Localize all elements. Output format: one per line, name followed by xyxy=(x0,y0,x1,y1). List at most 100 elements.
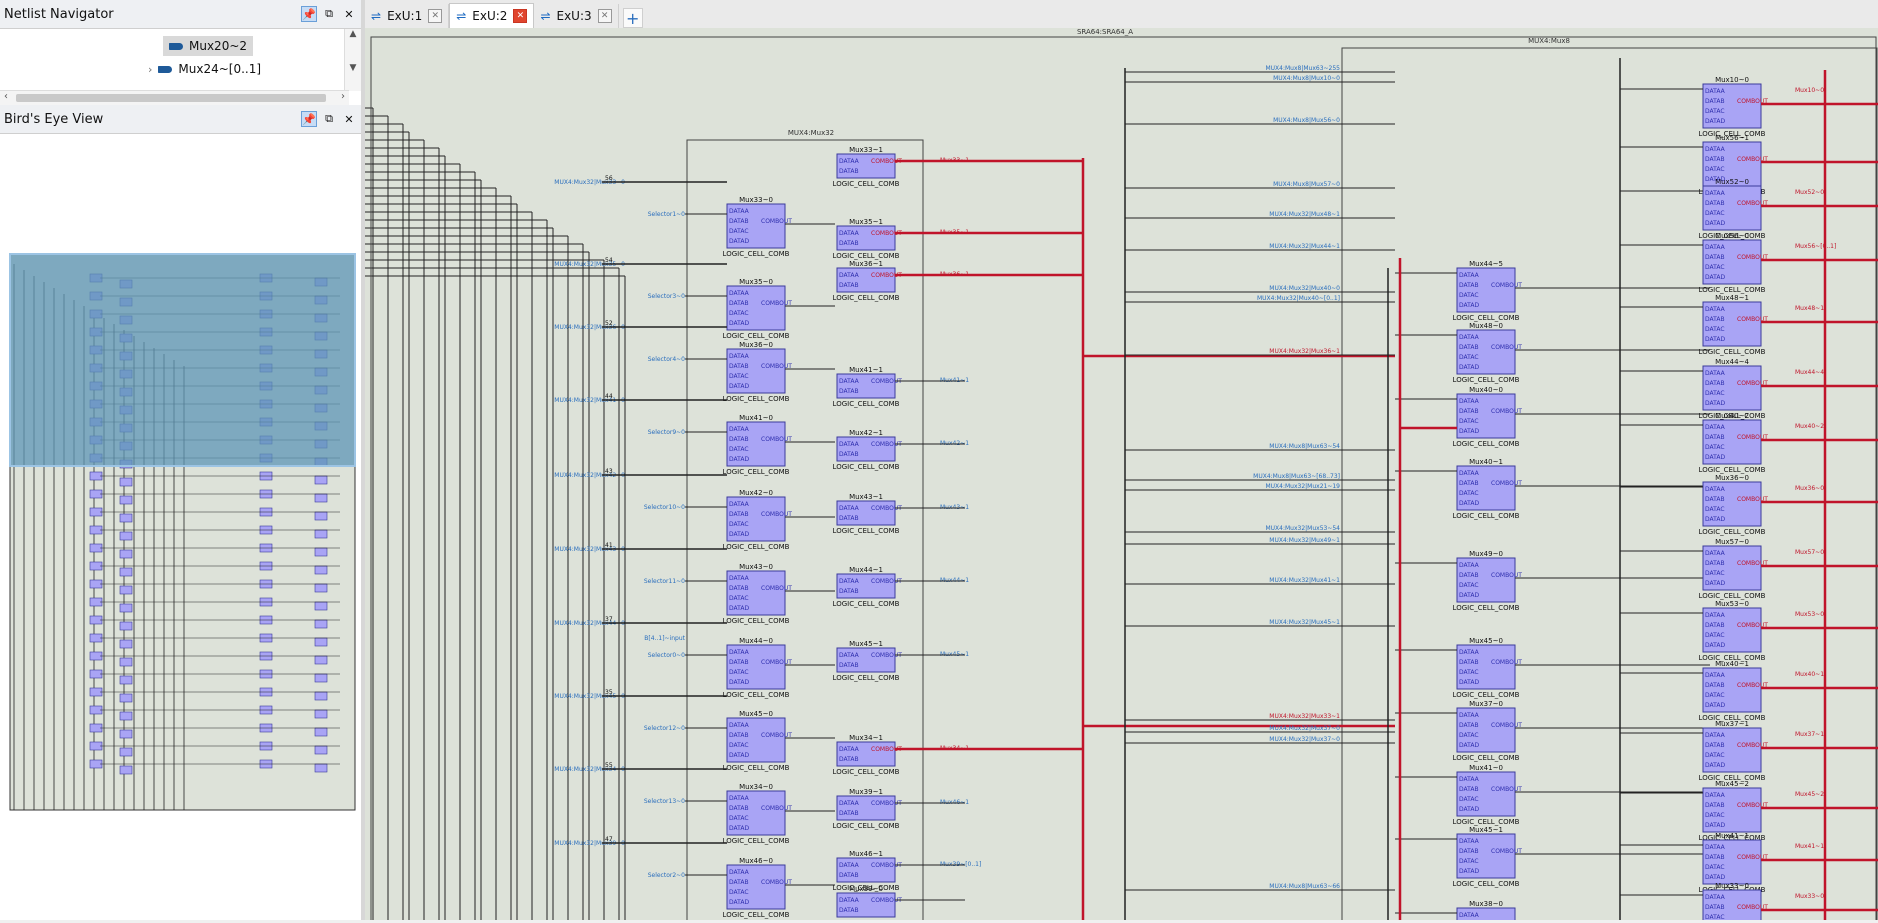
cell-name: Mux33~1 xyxy=(849,146,883,154)
net-label: MUX4:Mux8|Mux63~54 xyxy=(1269,443,1340,450)
pin-label: DATAA xyxy=(1705,792,1726,799)
selector-label: Selector0~0 xyxy=(648,652,685,659)
output-label: Mux57~0 xyxy=(1795,549,1824,556)
net-label: MUX4:Mux32|Mux45~1 xyxy=(1269,619,1340,626)
pin-label: DATAA xyxy=(839,897,860,904)
net-label: MUX4:Mux32|Mux48~1 xyxy=(1269,211,1340,218)
chevron-right-icon[interactable]: › xyxy=(148,63,152,76)
pin-label: DATAC xyxy=(1705,390,1725,397)
pin-label: DATAB xyxy=(1459,408,1479,415)
pin-label: DATAA xyxy=(839,158,860,165)
pin-label: DATAD xyxy=(729,531,749,538)
pin-label: DATAB xyxy=(1459,848,1479,855)
birds-eye-title: Bird's Eye View xyxy=(4,111,104,127)
pin-label: DATAA xyxy=(1705,146,1726,153)
close-tab-icon[interactable]: ✕ xyxy=(513,9,528,23)
cell-name: Mux56~1 xyxy=(1715,134,1749,142)
net-label: MUX4:Mux32|Mux49~1 xyxy=(1269,537,1340,544)
pin-label: DATAD xyxy=(729,383,749,390)
cell-name: Mux56~0 xyxy=(1715,232,1749,240)
close-tab-icon[interactable]: ✕ xyxy=(428,9,443,23)
minimap-cell xyxy=(119,711,133,721)
cell-type: LOGIC_CELL_COMB xyxy=(1453,604,1520,612)
float-icon[interactable]: ⧉ xyxy=(321,6,337,22)
pin-label: DATAA xyxy=(729,795,750,802)
logic-cell: Mux36~0DATAADATABDATACDATADCOMBOUTLOGIC_… xyxy=(723,341,793,403)
pin-label: DATAB xyxy=(1459,480,1479,487)
horizontal-scrollbar[interactable]: ‹ › xyxy=(0,90,349,105)
cell-type: LOGIC_CELL_COMB xyxy=(723,250,790,258)
pin-label: DATAC xyxy=(1705,210,1725,217)
pin-label: DATAA xyxy=(839,441,860,448)
logic-cell: Mux41~0DATAADATABDATACDATADCOMBOUTLOGIC_… xyxy=(1453,764,1523,826)
pin-label: DATAB xyxy=(1459,282,1479,289)
minimap-cell xyxy=(119,729,133,739)
pin-label: DATAC xyxy=(729,521,749,528)
tab-exu3[interactable]: ⇌ ExU:3 ✕ xyxy=(534,4,619,28)
logic-cell: Mux43~1DATAADATABCOMBOUTLOGIC_CELL_COMB xyxy=(833,493,903,535)
birds-eye-minimap[interactable] xyxy=(0,134,361,920)
pin-icon[interactable]: 📌 xyxy=(301,6,317,22)
cell-name: Mux35~1 xyxy=(849,218,883,226)
tab-exu1[interactable]: ⇌ ExU:1 ✕ xyxy=(365,4,450,28)
pin-number: 41 xyxy=(605,542,613,549)
minimap-cell xyxy=(314,637,328,647)
schematic-svg[interactable]: SRA64:SRA64_AMUX4:Mux32MUX4:Mux8Mux33~0D… xyxy=(365,28,1878,920)
pin-label: DATAB xyxy=(1459,344,1479,351)
pin-label: DATAB xyxy=(839,872,859,879)
birds-eye-view[interactable] xyxy=(0,134,361,920)
selector-label: Selector9~0 xyxy=(648,429,685,436)
pin-label: DATAC xyxy=(729,815,749,822)
pin-label: DATAA xyxy=(1459,398,1480,405)
close-icon[interactable]: ✕ xyxy=(341,6,357,22)
cell-name: Mux44~1 xyxy=(849,566,883,574)
pin-label: DATAA xyxy=(839,862,860,869)
selector-label: Selector12~0 xyxy=(644,725,685,732)
scroll-thumb[interactable] xyxy=(16,94,326,102)
float-icon[interactable]: ⧉ xyxy=(321,111,337,127)
net-label: MUX4:Mux8|Mux63~66 xyxy=(1269,883,1340,890)
net-label: MUX4:Mux32|Mux21~19 xyxy=(1265,483,1340,490)
cell-type: LOGIC_CELL_COMB xyxy=(723,543,790,551)
pin-label: DATAB xyxy=(839,240,859,247)
net-label: MUX4:Mux32|Mux44~1 xyxy=(1269,243,1340,250)
schematic-canvas[interactable]: SRA64:SRA64_A MUX4:Mux32 MUX4:Mux8 Mux33~0 D… xyxy=(365,28,1878,920)
minimap-cell xyxy=(119,477,133,487)
minimap-cell xyxy=(314,763,328,773)
tree-item-mux24[interactable]: › Mux24~[0..1] xyxy=(148,59,261,79)
cell-name: Mux40~1 xyxy=(1469,458,1503,466)
cell-type: LOGIC_CELL_COMB xyxy=(1453,818,1520,826)
tab-exu2[interactable]: ⇌ ExU:2 ✕ xyxy=(449,3,535,28)
netlist-navigator-title: Netlist Navigator xyxy=(4,6,114,22)
pin-label: DATAA xyxy=(839,378,860,385)
tree-item-mux20[interactable]: Mux20~2 xyxy=(163,36,254,56)
pin-label: DATAB xyxy=(729,218,749,225)
cell-name: Mux45~1 xyxy=(849,640,883,648)
pin-label: DATAA xyxy=(839,272,860,279)
pin-label: DATAA xyxy=(1459,334,1480,341)
cell-name: Mux40~2 xyxy=(1715,412,1749,420)
cell-type: LOGIC_CELL_COMB xyxy=(1453,754,1520,762)
pin-label: DATAA xyxy=(1459,712,1480,719)
close-tab-icon[interactable]: ✕ xyxy=(597,9,612,23)
pin-label: DATAD xyxy=(1459,428,1479,435)
close-icon[interactable]: ✕ xyxy=(341,111,357,127)
pin-label: DATAA xyxy=(729,869,750,876)
pin-icon[interactable]: 📌 xyxy=(301,111,317,127)
cell-name: Mux36~1 xyxy=(849,260,883,268)
module-icon xyxy=(169,42,183,50)
viewport-rectangle xyxy=(9,253,356,467)
pin-label: DATAB xyxy=(729,805,749,812)
pin-label: DATAB xyxy=(729,511,749,518)
vertical-scrollbar[interactable]: ▲ ▼ xyxy=(344,29,361,91)
pin-label: DATAB xyxy=(839,810,859,817)
net-label: MUX4:Mux8|Mux56~0 xyxy=(1273,117,1340,124)
netlist-tree: Mux20~2 › Mux24~[0..1] ▲ ▼ ‹ › xyxy=(0,29,361,106)
pin-label: DATAA xyxy=(839,800,860,807)
pin-label: DATAB xyxy=(1705,380,1725,387)
pin-label: DATAB xyxy=(729,732,749,739)
pin-label: DATAA xyxy=(1459,838,1480,845)
pin-label: DATAA xyxy=(1705,306,1726,313)
add-tab-button[interactable]: + xyxy=(622,8,643,28)
cell-name: Mux44~4 xyxy=(1715,358,1749,366)
